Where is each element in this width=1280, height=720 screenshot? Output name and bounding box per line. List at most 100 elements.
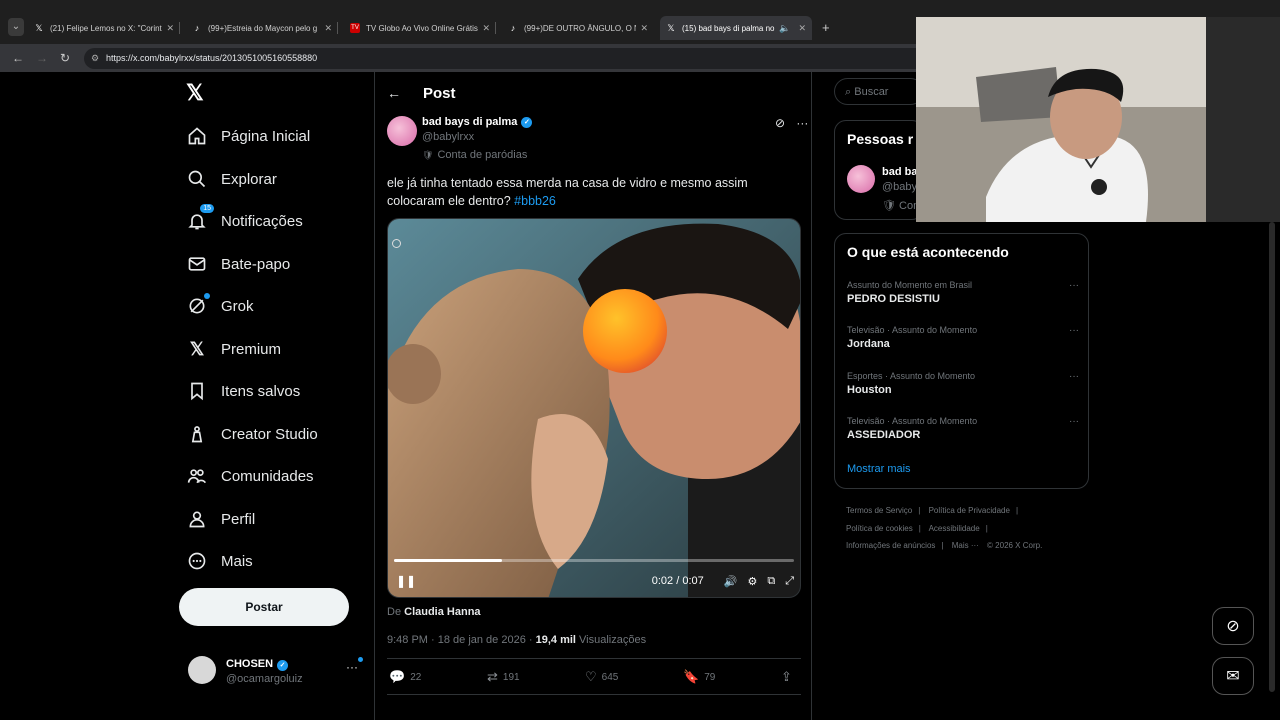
share-icon: ⇪	[781, 669, 792, 684]
settings-icon[interactable]: ⚙	[747, 575, 757, 588]
nav-item-more[interactable]: Mais	[186, 546, 253, 576]
close-icon[interactable]: ✕	[640, 23, 648, 34]
forward-arrow-icon[interactable]: →	[36, 51, 48, 65]
footer-link-ads-info[interactable]: Informações de anúncios	[846, 541, 935, 550]
more-horizontal-icon[interactable]: ···	[1069, 416, 1079, 427]
nav-item-profile[interactable]: Perfil	[186, 504, 255, 534]
pause-icon[interactable]: ❚❚	[396, 574, 416, 588]
search-placeholder: Buscar	[854, 86, 889, 98]
footer-link-terms[interactable]: Termos de Serviço	[846, 506, 912, 515]
close-icon[interactable]: ✕	[324, 23, 332, 34]
back-arrow-icon[interactable]: ←	[387, 85, 401, 101]
close-icon[interactable]: ✕	[482, 23, 490, 34]
nav-item-creator-studio[interactable]: Creator Studio	[186, 419, 318, 449]
search-input[interactable]: ⌕ Buscar	[834, 78, 924, 105]
browser-tab-4[interactable]: ♪ (99+)DE OUTRO ÂNGULO, O N ✕	[502, 16, 654, 40]
speaker-icon[interactable]: 🔈	[779, 23, 790, 34]
x-logo-icon[interactable]: 𝕏	[186, 80, 204, 106]
trend-item[interactable]: Televisão · Assunto do Momento ASSEDIADO…	[847, 416, 1079, 441]
more-label: ···	[346, 660, 358, 674]
browser-tab-2[interactable]: ♪ (99+)Estreia do Maycon pelo g ✕	[186, 16, 338, 40]
video-time: 0:02 / 0:07	[651, 575, 704, 587]
nav-item-home[interactable]: Página Inicial	[186, 121, 310, 151]
pip-icon[interactable]: ⧉	[767, 575, 775, 588]
person-name[interactable]: bad ba	[882, 166, 917, 178]
trend-name: PEDRO DESISTIU	[847, 293, 940, 305]
more-horizontal-icon[interactable]: ···	[796, 116, 808, 130]
more-horizontal-icon[interactable]: ···	[1069, 280, 1079, 291]
footer-link-privacy[interactable]: Política de Privacidade	[929, 506, 1010, 515]
author-name-row[interactable]: bad bays di palma ✓	[422, 116, 533, 128]
share-button[interactable]: ⇪	[781, 669, 797, 685]
nav-item-communities[interactable]: Comunidades	[186, 461, 314, 491]
site-settings-icon[interactable]: ⚙	[91, 48, 99, 69]
more-horizontal-icon[interactable]: ···	[1069, 371, 1079, 382]
avatar	[188, 656, 216, 684]
browser-tab-1[interactable]: 𝕏 (21) Felipe Lemos no X: "Corinth ✕	[28, 16, 180, 40]
back-arrow-icon[interactable]: ←	[12, 51, 24, 65]
more-horizontal-icon[interactable]: ···	[346, 657, 363, 674]
footer-separator: |	[1015, 506, 1019, 515]
volume-icon[interactable]: 🔊	[724, 575, 738, 588]
divider	[387, 658, 801, 659]
creator-icon	[186, 423, 208, 445]
views-label: Visualizações	[579, 634, 647, 646]
reply-icon: 💬	[389, 669, 406, 684]
reply-button[interactable]: 💬 22	[389, 669, 421, 685]
more-horizontal-icon[interactable]: ···	[1069, 325, 1079, 336]
scrollbar-thumb[interactable]	[1269, 222, 1275, 692]
nav-item-bookmarks[interactable]: Itens salvos	[186, 376, 300, 406]
nav-item-chat[interactable]: Bate-papo	[186, 249, 290, 279]
search-icon: ⌕	[845, 86, 852, 98]
close-icon[interactable]: ✕	[798, 23, 806, 34]
show-more-link[interactable]: Mostrar mais	[847, 463, 911, 475]
nav-item-notifications[interactable]: 15 Notificações	[186, 204, 303, 236]
browser-tab-3[interactable]: TV TV Globo Ao Vivo Online Grátis ✕	[344, 16, 496, 40]
trend-context: Esportes · Assunto do Momento	[847, 371, 976, 381]
post-actions: 💬 22 ⇄ 191 ♡ 645 🔖 79 ⇪	[389, 669, 799, 687]
fullscreen-icon[interactable]: ⤢	[785, 575, 794, 588]
account-switcher[interactable]: CHOSEN ✓ @ocamargoluiz ···	[188, 654, 378, 688]
nav-item-grok[interactable]: Grok	[186, 291, 254, 321]
footer-link-more[interactable]: Mais ···	[952, 541, 979, 550]
credit-prefix: De	[387, 606, 402, 618]
grok-fab-button[interactable]: ⊘	[1212, 607, 1254, 645]
credit-name[interactable]: Claudia Hanna	[404, 606, 480, 618]
bookmark-icon: 🔖	[683, 669, 700, 684]
browser-tab-5-active[interactable]: 𝕏 (15) bad bays di palma no X 🔈 ✕	[660, 16, 812, 40]
video-player[interactable]: ❚❚ 0:02 / 0:07 🔊 ⚙ ⧉ ⤢	[387, 218, 801, 598]
verified-badge-icon: ✓	[521, 116, 533, 128]
trend-context: Televisão · Assunto do Momento	[847, 416, 978, 426]
grok-icon[interactable]: ⊘	[775, 116, 785, 130]
footer-link-cookies[interactable]: Política de cookies	[846, 524, 913, 533]
avatar[interactable]	[387, 116, 417, 146]
page-scrollbar[interactable]	[1268, 222, 1276, 710]
close-icon[interactable]: ✕	[166, 23, 174, 34]
messages-fab-button[interactable]: ✉	[1212, 657, 1254, 695]
nav-item-explore[interactable]: Explorar	[186, 164, 277, 194]
repost-button[interactable]: ⇄ 191	[487, 669, 520, 685]
new-tab-button[interactable]: +	[822, 20, 830, 35]
video-progress-bar[interactable]	[394, 559, 794, 562]
search-icon	[186, 168, 208, 190]
author-handle[interactable]: @babylrxx	[422, 131, 474, 143]
nav-item-premium[interactable]: 𝕏 Premium	[186, 334, 281, 364]
repost-icon: ⇄	[487, 669, 498, 684]
hashtag-link[interactable]: #bbb26	[514, 194, 556, 208]
avatar[interactable]	[847, 165, 875, 193]
footer-link-accessibility[interactable]: Acessibilidade	[929, 524, 980, 533]
trend-item[interactable]: Televisão · Assunto do Momento Jordana ·…	[847, 325, 1079, 350]
reload-icon[interactable]: ↻	[60, 51, 70, 65]
author-name[interactable]: bad bays di palma	[422, 116, 517, 128]
footer-copyright: © 2026 X Corp.	[987, 541, 1043, 550]
trend-item[interactable]: Esportes · Assunto do Momento Houston ··…	[847, 371, 1079, 396]
heart-icon: ♡	[585, 669, 597, 684]
post-button[interactable]: Postar	[179, 588, 349, 626]
tab-search-menu-button[interactable]: ⌄	[8, 18, 24, 36]
like-button[interactable]: ♡ 645	[585, 669, 618, 685]
bell-icon: 15	[186, 204, 214, 232]
trend-item[interactable]: Assunto do Momento em Brasil PEDRO DESIS…	[847, 280, 1079, 305]
bookmark-button[interactable]: 🔖 79	[683, 669, 715, 685]
post-timestamp[interactable]: 9:48 PM · 18 de jan de 2026 ·	[387, 634, 533, 646]
tiktok-icon: ♪	[510, 23, 516, 33]
